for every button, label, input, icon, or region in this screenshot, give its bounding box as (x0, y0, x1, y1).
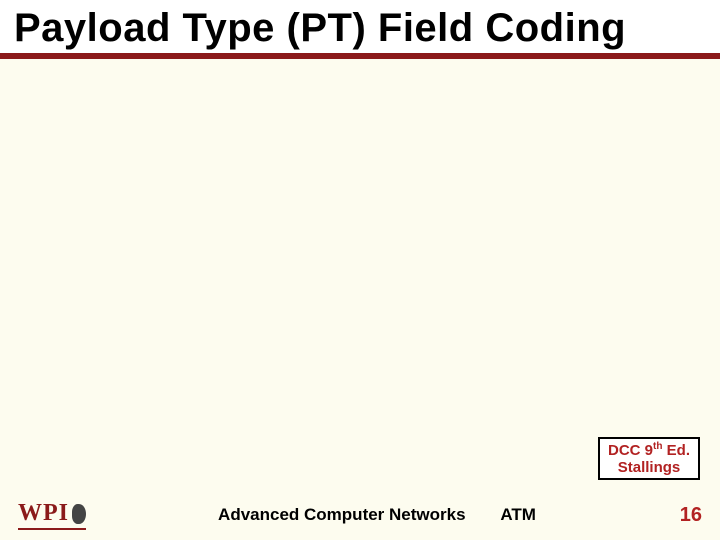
page-number: 16 (668, 504, 702, 527)
citation-pre: DCC 9 (608, 442, 653, 459)
footer-center: Advanced Computer Networks ATM (86, 505, 668, 525)
wpi-logo: WPI (18, 500, 86, 530)
slide-title: Payload Type (PT) Field Coding (14, 6, 706, 51)
citation-line2: Stallings (608, 459, 690, 476)
title-bar: Payload Type (PT) Field Coding (0, 0, 720, 59)
footer: WPI Advanced Computer Networks ATM 16 (0, 500, 720, 530)
footer-topic: ATM (500, 505, 536, 524)
wpi-logo-icon (72, 504, 86, 524)
footer-course: Advanced Computer Networks (218, 505, 466, 524)
citation-box: DCC 9th Ed. Stallings (598, 437, 700, 481)
citation-post: Ed. (662, 442, 690, 459)
citation-line1: DCC 9th Ed. (608, 441, 690, 459)
wpi-logo-text: WPI (18, 500, 69, 527)
